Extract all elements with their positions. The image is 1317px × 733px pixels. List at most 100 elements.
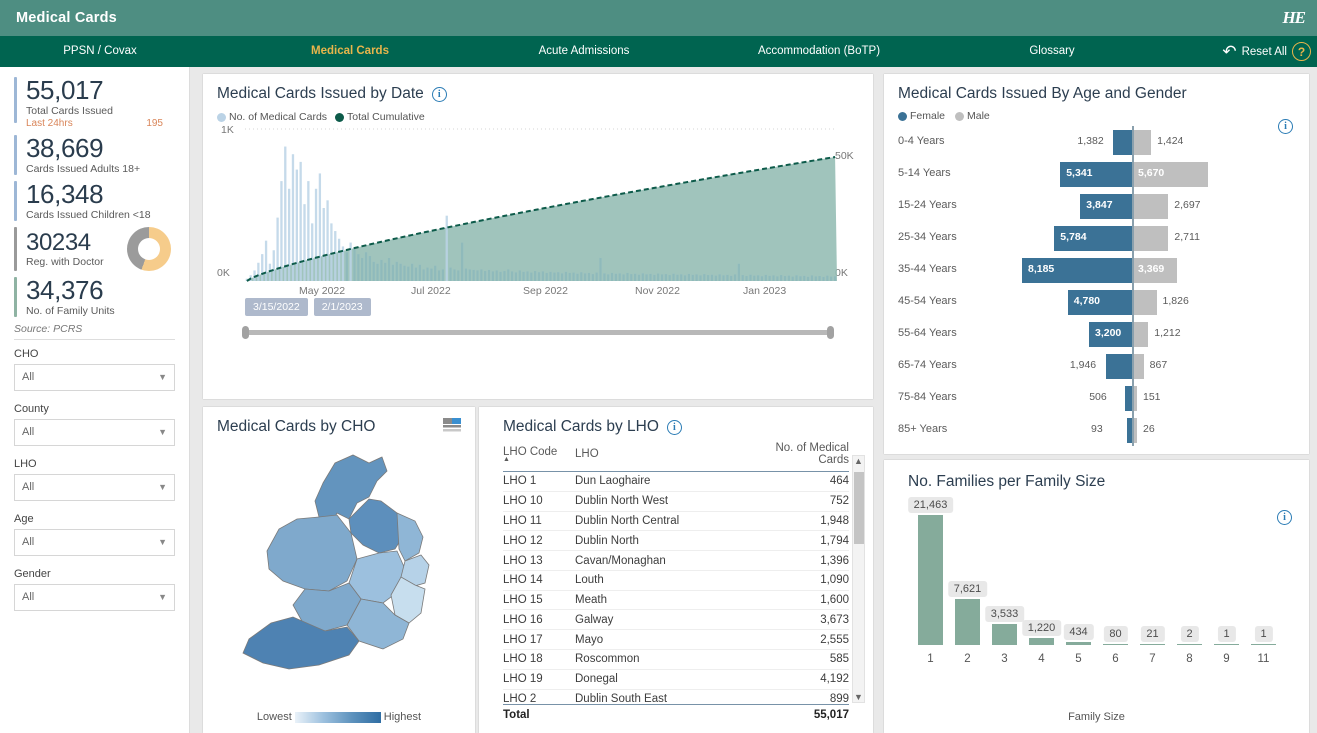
pyramid-value-male: 1,212: [1154, 327, 1181, 339]
column-header-lho-code[interactable]: LHO Code ▲: [503, 442, 575, 472]
family-size-bar[interactable]: [1102, 643, 1129, 645]
nav-tab-medical-cards[interactable]: Medical Cards: [270, 36, 430, 67]
date-range-slider[interactable]: [242, 326, 834, 339]
pyramid-row[interactable]: 75-84 Years 506 151: [884, 382, 1309, 414]
pyramid-age-label: 35-44 Years: [898, 263, 957, 275]
pyramid-row[interactable]: 5-14 Years 5,341 5,670: [884, 158, 1309, 190]
table-row[interactable]: LHO 18 Roscommon 585: [503, 649, 849, 670]
family-size-bar[interactable]: [917, 515, 944, 645]
cell-lho-code: LHO 10: [503, 491, 575, 512]
filter-select-lho[interactable]: All ▼: [14, 473, 175, 501]
scroll-thumb[interactable]: [854, 472, 864, 544]
pyramid-value-female: 5,341: [1066, 167, 1093, 179]
family-size-bar[interactable]: [1028, 637, 1055, 645]
cell-lho-cards: 585: [755, 649, 849, 670]
nav-tab-glossary[interactable]: Glossary: [972, 36, 1132, 67]
family-size-bar[interactable]: [1176, 643, 1203, 645]
kpi-body: 55,017 Total Cards Issued Last 24hrs 195: [26, 76, 189, 129]
table-view-icon[interactable]: [443, 418, 461, 434]
range-start-pill[interactable]: 3/15/2022: [245, 298, 308, 316]
table-row[interactable]: LHO 11 Dublin North Central 1,948: [503, 511, 849, 532]
family-size-bar[interactable]: [1250, 643, 1277, 645]
family-size-bar[interactable]: [954, 598, 981, 645]
pyramid-row[interactable]: 45-54 Years 4,780 1,826: [884, 286, 1309, 318]
filter-value-lho: All: [22, 481, 35, 494]
table-row[interactable]: LHO 19 Donegal 4,192: [503, 669, 849, 690]
filter-select-cho[interactable]: All ▼: [14, 363, 175, 391]
family-size-bar[interactable]: [991, 623, 1018, 645]
table-row[interactable]: LHO 14 Louth 1,090: [503, 570, 849, 591]
table-row[interactable]: LHO 16 Galway 3,673: [503, 609, 849, 631]
pyramid-row[interactable]: 35-44 Years 8,185 3,369: [884, 254, 1309, 286]
pyramid-bar-male[interactable]: [1132, 130, 1152, 155]
pyramid-row[interactable]: 55-64 Years 3,200 1,212: [884, 318, 1309, 350]
undo-arrow-icon[interactable]: ↶: [1222, 43, 1236, 60]
reset-all-button[interactable]: Reset All: [1242, 46, 1287, 58]
family-size-value-label: 21,463: [907, 497, 954, 513]
table-row[interactable]: LHO 17 Mayo 2,555: [503, 629, 849, 651]
filter-select-gender[interactable]: All ▼: [14, 583, 175, 611]
table-row[interactable]: LHO 1 Dun Laoghaire 464: [503, 472, 849, 492]
family-size-tick: 11: [1257, 653, 1270, 665]
pyramid-title: Medical Cards Issued By Age and Gender: [898, 85, 1187, 102]
column-label-lho-code: LHO Code: [503, 446, 558, 458]
kpi-accent-bar: [14, 276, 17, 317]
lho-rows-container[interactable]: LHO 1 Dun Laoghaire 464 LHO 10 Dublin North …: [503, 472, 849, 704]
ireland-choropleth-map[interactable]: [219, 441, 459, 689]
table-row[interactable]: LHO 2 Dublin South East 899: [503, 689, 849, 704]
nav-tab-acute-admissions[interactable]: Acute Admissions: [504, 36, 664, 67]
scroll-up-icon[interactable]: ▲: [854, 456, 863, 466]
family-size-bar[interactable]: [1065, 642, 1092, 645]
age-gender-pyramid-card: Medical Cards Issued By Age and Gender F…: [884, 74, 1309, 454]
pyramid-rows[interactable]: 0-4 Years 1,382 1,424 5-14 Years 5,341 5,670 1…: [884, 126, 1309, 446]
nav-tab-accommodation-botp[interactable]: Accommodation (BoTP): [727, 36, 911, 67]
pyramid-value-male: 3,369: [1138, 263, 1165, 275]
table-row[interactable]: LHO 15 Meath 1,600: [503, 590, 849, 611]
lho-scrollbar[interactable]: ▲ ▼: [852, 455, 865, 703]
pyramid-bar-female[interactable]: [1113, 130, 1132, 155]
range-end-pill[interactable]: 2/1/2023: [313, 298, 371, 316]
family-size-bar[interactable]: [1139, 643, 1166, 645]
column-header-lho[interactable]: LHO: [575, 442, 755, 472]
timeseries-title-row: Medical Cards Issued by Date i: [217, 85, 873, 103]
pyramid-bar-female[interactable]: [1105, 354, 1132, 379]
cell-lho-name: Mayo: [575, 629, 755, 651]
slider-handle-left[interactable]: [242, 326, 249, 339]
timeseries-plot[interactable]: 1K 0K 50K 0K May 2022 Jul 2022 Sep 2022 Nov…: [203, 124, 873, 297]
info-icon[interactable]: i: [666, 419, 682, 435]
legend-item-female: Female: [898, 110, 945, 122]
pyramid-bar-female[interactable]: [1125, 386, 1132, 411]
info-icon[interactable]: i: [431, 86, 447, 102]
filter-select-age[interactable]: All ▼: [14, 528, 175, 556]
pyramid-bar-male[interactable]: [1132, 322, 1149, 347]
slider-handle-right[interactable]: [827, 326, 834, 339]
pyramid-row[interactable]: 0-4 Years 1,382 1,424: [884, 126, 1309, 158]
kpi-value: 34,376: [26, 274, 104, 305]
filter-select-county[interactable]: All ▼: [14, 418, 175, 446]
kpi-list: 55,017 Total Cards Issued Last 24hrs 195 38,…: [0, 76, 189, 317]
scroll-down-icon[interactable]: ▼: [854, 692, 863, 702]
family-plot[interactable]: 21,463 1 7,621 2 3,533 3 1,220 4 434 5 80 6 21 7 2 8 1 9 1…: [884, 497, 1309, 675]
cho-mayo-galway-roscommon[interactable]: [266, 514, 358, 592]
cho-north-east-dublin[interactable]: [396, 512, 424, 562]
filter-label-county: County: [14, 402, 49, 415]
pyramid-bar-male[interactable]: [1132, 194, 1169, 219]
help-icon[interactable]: ?: [1292, 42, 1311, 61]
pyramid-bar-male[interactable]: [1132, 290, 1157, 315]
lho-title-row: Medical Cards by LHO i: [503, 418, 873, 436]
table-row[interactable]: LHO 10 Dublin North West 752: [503, 491, 849, 512]
pyramid-row[interactable]: 25-34 Years 5,784 2,711: [884, 222, 1309, 254]
families-per-family-size-card: No. Families per Family Size i 21,463 1 7,…: [884, 460, 1309, 733]
pyramid-row[interactable]: 65-74 Years 1,946 867: [884, 350, 1309, 382]
column-header-cards[interactable]: No. of Medical Cards: [755, 442, 849, 472]
timeseries-title: Medical Cards Issued by Date: [217, 85, 424, 102]
table-row[interactable]: LHO 12 Dublin North 1,794: [503, 530, 849, 552]
pyramid-row[interactable]: 15-24 Years 3,847 2,697: [884, 190, 1309, 222]
pyramid-bar-male[interactable]: [1132, 226, 1169, 251]
nav-tab-ppsn-covax[interactable]: PPSN / Covax: [20, 36, 180, 67]
pyramid-row[interactable]: 85+ Years 93 26: [884, 414, 1309, 446]
table-row[interactable]: LHO 13 Cavan/Monaghan 1,396: [503, 550, 849, 571]
cho-cavan-monaghan-louth[interactable]: [348, 498, 406, 554]
family-size-bar[interactable]: [1213, 643, 1240, 645]
cell-lho-code: LHO 13: [503, 550, 575, 571]
